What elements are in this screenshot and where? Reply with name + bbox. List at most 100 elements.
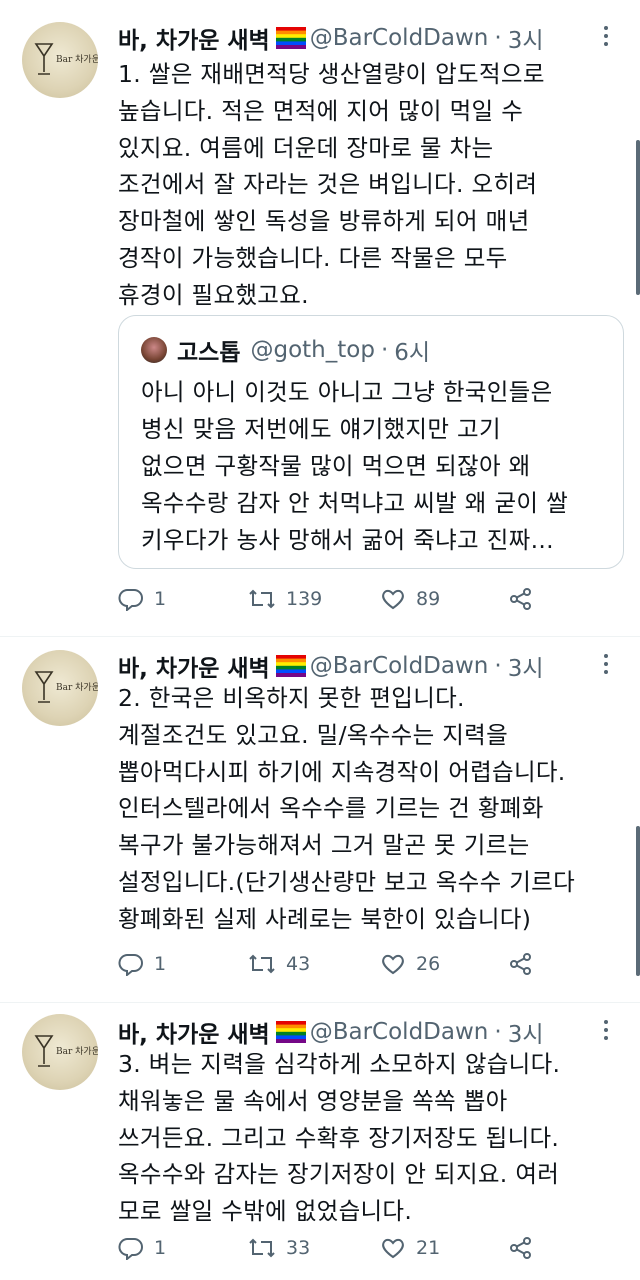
display-name[interactable]: 바, 차가운 새벽 bbox=[118, 649, 270, 683]
tweet-line: 뽑아먹다시피 하기에 지속경작이 어렵습니다. bbox=[118, 757, 566, 786]
rainbow-flag-icon bbox=[275, 655, 306, 677]
tweet-line: 쓰거든요. 그리고 수확후 장기저장도 됩니다. bbox=[118, 1123, 560, 1152]
tweet-line: 2. 한국은 비옥하지 못한 편입니다. bbox=[118, 684, 465, 712]
more-options-icon[interactable] bbox=[594, 1016, 618, 1046]
retweet-icon bbox=[249, 954, 275, 974]
tweet-text: 2. 한국은 비옥하지 못한 편입니다. 계절조건도 있고요. 밀/옥수수는 지… bbox=[118, 680, 628, 938]
quote-avatar bbox=[141, 337, 167, 363]
share-icon bbox=[510, 1237, 531, 1259]
retweet-button[interactable]: 43 bbox=[248, 952, 310, 976]
reply-icon bbox=[118, 589, 143, 611]
tweet-line: 계절조건도 있고요. 밀/옥수수는 지력을 bbox=[118, 720, 509, 749]
svg-text:Bar 차가운새벽: Bar 차가운새벽 bbox=[56, 681, 98, 693]
retweet-count: 139 bbox=[286, 588, 323, 610]
reply-icon bbox=[118, 954, 143, 976]
handle[interactable]: @BarColdDawn bbox=[310, 25, 489, 51]
quote-line: 키우다가 농사 망해서 굶어 죽냐고 진짜... bbox=[141, 526, 554, 554]
tweet-header: 바, 차가운 새벽 @BarColdDawn · 3시 bbox=[118, 1014, 543, 1050]
reply-button[interactable]: 1 bbox=[118, 952, 166, 976]
retweet-count: 33 bbox=[286, 1237, 311, 1259]
quote-header: 고스톱 @goth_top · 6시 bbox=[141, 334, 430, 366]
separator-dot: · bbox=[494, 25, 502, 51]
scrollbar-thumb[interactable] bbox=[636, 140, 640, 295]
reply-count: 1 bbox=[154, 1237, 167, 1259]
separator-dot: · bbox=[494, 653, 502, 679]
separator-dot: · bbox=[494, 1019, 502, 1045]
quote-text: 아니 아니 이것도 아니고 그냥 한국인들은 병신 맞음 저번에도 얘기했지만 … bbox=[141, 374, 611, 559]
svg-text:Bar 차가운새벽: Bar 차가운새벽 bbox=[56, 53, 98, 65]
like-button[interactable]: 21 bbox=[380, 1236, 440, 1260]
tweet-header: 바, 차가운 새벽 @BarColdDawn · 3시 bbox=[118, 648, 543, 684]
tweet-line: 높습니다. 적은 면적에 지어 많이 먹일 수 bbox=[118, 96, 524, 125]
share-icon bbox=[510, 588, 531, 610]
display-name[interactable]: 바, 차가운 새벽 bbox=[118, 1015, 270, 1049]
tweet-actions: 1 43 26 bbox=[118, 946, 618, 982]
quote-timestamp: 6시 bbox=[394, 340, 431, 366]
like-count: 21 bbox=[416, 1237, 441, 1259]
retweet-button[interactable]: 33 bbox=[248, 1236, 310, 1260]
tweet-text: 3. 벼는 지력을 심각하게 소모하지 않습니다. 채워놓은 물 속에서 영양분… bbox=[118, 1046, 628, 1230]
display-name[interactable]: 바, 차가운 새벽 bbox=[118, 21, 270, 55]
tweet-line: 복구가 불가능해져서 그거 말곤 못 기르는 bbox=[118, 831, 530, 860]
reply-icon bbox=[118, 1238, 143, 1260]
svg-text:Bar 차가운새벽: Bar 차가운새벽 bbox=[56, 1045, 98, 1057]
quote-tweet[interactable]: 고스톱 @goth_top · 6시 아니 아니 이것도 아니고 그냥 한국인들… bbox=[118, 315, 624, 569]
share-button[interactable] bbox=[508, 587, 544, 611]
share-button[interactable] bbox=[508, 1236, 544, 1260]
quote-line: 옥수수랑 감자 안 처먹냐고 씨발 왜 굳이 쌀 bbox=[141, 489, 569, 517]
retweet-button[interactable]: 139 bbox=[248, 587, 322, 611]
reply-button[interactable]: 1 bbox=[118, 587, 166, 611]
handle[interactable]: @BarColdDawn bbox=[310, 653, 489, 679]
more-options-icon[interactable] bbox=[594, 22, 618, 52]
heart-icon bbox=[382, 954, 404, 975]
tweet-line: 1. 쌀은 재배면적당 생산열량이 압도적으로 bbox=[118, 60, 545, 88]
tweet-actions: 1 139 89 bbox=[118, 581, 618, 617]
like-count: 26 bbox=[416, 953, 441, 975]
tweet-line: 황폐화된 실제 사례로는 북한이 있습니다) bbox=[118, 904, 532, 933]
retweet-count: 43 bbox=[286, 953, 311, 975]
reply-count: 1 bbox=[154, 953, 167, 975]
tweet-line: 모로 쌀일 수밖에 없었습니다. bbox=[118, 1197, 413, 1226]
tweet-line: 옥수수와 감자는 장기저장이 안 되지요. 여러 bbox=[118, 1160, 560, 1189]
quote-handle: @goth_top bbox=[250, 337, 375, 363]
timestamp[interactable]: 3시 bbox=[508, 1015, 544, 1049]
like-button[interactable]: 26 bbox=[380, 952, 440, 976]
timestamp[interactable]: 3시 bbox=[508, 21, 544, 55]
tweet-line: 경작이 가능했습니다. 다른 작물은 모두 bbox=[118, 243, 508, 272]
rainbow-flag-icon bbox=[275, 1021, 306, 1043]
tweet-3[interactable]: Bar 차가운새벽 바, 차가운 새벽 @BarColdDawn · 3시 3.… bbox=[0, 1006, 640, 1280]
separator-dot: · bbox=[380, 337, 389, 363]
tweet-line: 장마철에 쌓인 독성을 방류하게 되어 매년 bbox=[118, 207, 530, 236]
tweet-line: 조건에서 잘 자라는 것은 벼입니다. 오히려 bbox=[118, 170, 538, 199]
avatar[interactable]: Bar 차가운새벽 bbox=[22, 22, 98, 98]
divider bbox=[0, 1002, 640, 1003]
tweet-header: 바, 차가운 새벽 @BarColdDawn · 3시 bbox=[118, 20, 543, 56]
heart-icon bbox=[382, 589, 404, 610]
tweet-2[interactable]: Bar 차가운새벽 바, 차가운 새벽 @BarColdDawn · 3시 2.… bbox=[0, 640, 640, 1000]
rainbow-flag-icon bbox=[275, 27, 306, 49]
divider bbox=[0, 636, 640, 637]
scrollbar-thumb[interactable] bbox=[636, 826, 640, 976]
tweet-line: 설정입니다.(단기생산량만 보고 옥수수 기르다 bbox=[118, 867, 576, 896]
tweet-line: 인터스텔라에서 옥수수를 기르는 건 황폐화 bbox=[118, 794, 544, 823]
tweet-line: 있지요. 여름에 더운데 장마로 물 차는 bbox=[118, 133, 494, 162]
quote-line: 병신 맞음 저번에도 얘기했지만 고기 bbox=[141, 415, 501, 443]
retweet-icon bbox=[249, 589, 275, 609]
quote-line: 아니 아니 이것도 아니고 그냥 한국인들은 bbox=[141, 378, 553, 406]
reply-button[interactable]: 1 bbox=[118, 1236, 166, 1260]
avatar[interactable]: Bar 차가운새벽 bbox=[22, 1014, 98, 1090]
timestamp[interactable]: 3시 bbox=[508, 649, 544, 683]
reply-count: 1 bbox=[154, 588, 167, 610]
avatar[interactable]: Bar 차가운새벽 bbox=[22, 650, 98, 726]
more-options-icon[interactable] bbox=[594, 650, 618, 680]
tweet-line: 채워놓은 물 속에서 영양분을 쏙쏙 뽑아 bbox=[118, 1086, 508, 1115]
tweet-text: 1. 쌀은 재배면적당 생산열량이 압도적으로 높습니다. 적은 면적에 지어 … bbox=[118, 56, 628, 314]
like-count: 89 bbox=[416, 588, 441, 610]
tweet-1[interactable]: Bar 차가운새벽 바, 차가운 새벽 @BarColdDawn · 3시 1.… bbox=[0, 0, 640, 640]
heart-icon bbox=[382, 1238, 404, 1259]
tweet-actions: 1 33 21 bbox=[118, 1230, 618, 1266]
tweet-line: 휴경이 필요했고요. bbox=[118, 280, 309, 309]
like-button[interactable]: 89 bbox=[380, 587, 440, 611]
handle[interactable]: @BarColdDawn bbox=[310, 1019, 489, 1045]
share-button[interactable] bbox=[508, 952, 544, 976]
